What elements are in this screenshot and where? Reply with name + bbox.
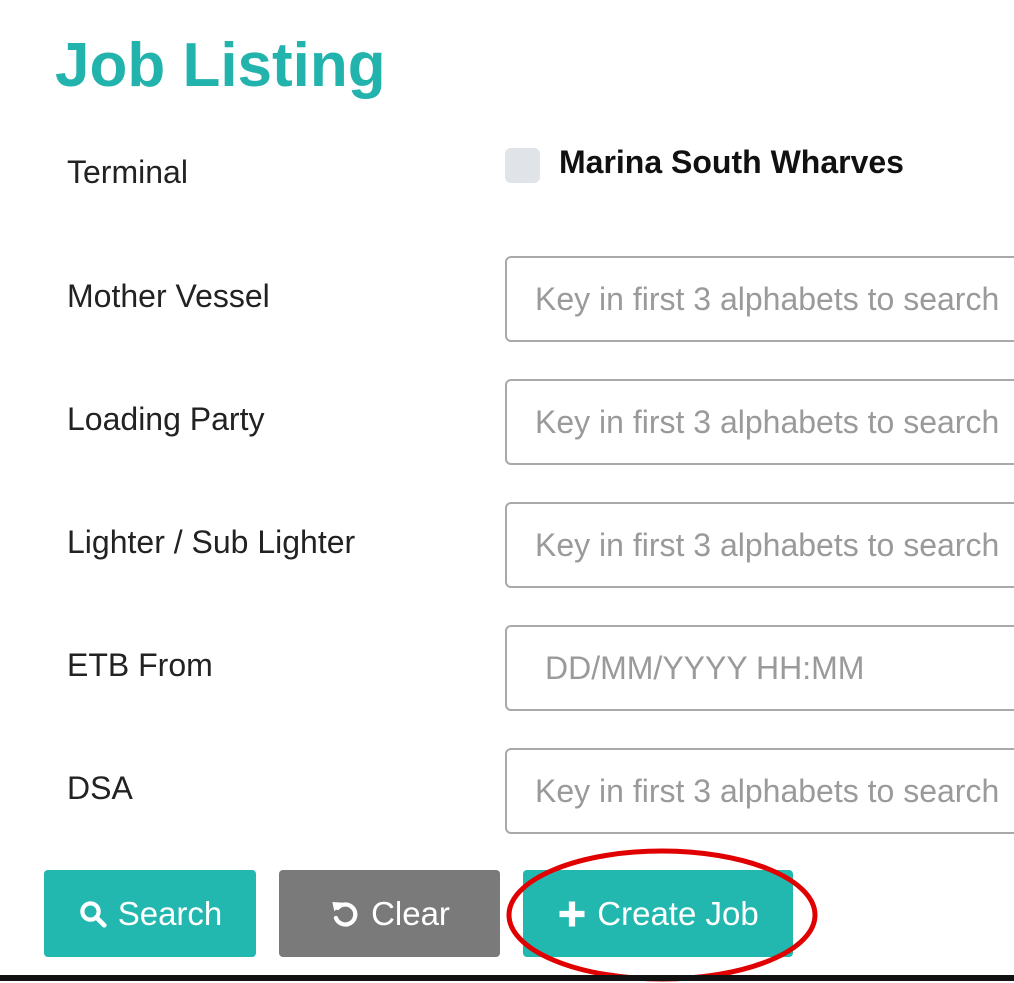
create-job-button[interactable]: Create Job bbox=[523, 870, 793, 957]
mother-vessel-label: Mother Vessel bbox=[67, 278, 270, 314]
page-title: Job Listing bbox=[55, 31, 386, 100]
search-button[interactable]: Search bbox=[44, 870, 256, 957]
etb-from-label: ETB From bbox=[67, 647, 213, 683]
loading-party-input[interactable] bbox=[505, 379, 1014, 465]
undo-icon bbox=[332, 901, 358, 927]
bottom-divider bbox=[0, 975, 1014, 981]
lighter-label: Lighter / Sub Lighter bbox=[67, 524, 356, 560]
search-icon bbox=[79, 900, 107, 928]
create-job-button-label: Create Job bbox=[597, 894, 759, 932]
lighter-input[interactable] bbox=[505, 502, 1014, 588]
terminal-option-label[interactable]: Marina South Wharves bbox=[559, 144, 904, 181]
terminal-label: Terminal bbox=[67, 154, 188, 190]
clear-button[interactable]: Clear bbox=[279, 870, 500, 957]
dsa-label: DSA bbox=[67, 770, 133, 806]
dsa-input[interactable] bbox=[505, 748, 1014, 834]
plus-icon bbox=[559, 901, 585, 926]
mother-vessel-input[interactable] bbox=[505, 256, 1014, 342]
etb-from-input[interactable] bbox=[505, 625, 1014, 711]
terminal-checkbox[interactable] bbox=[505, 148, 540, 183]
clear-button-label: Clear bbox=[371, 894, 450, 932]
loading-party-label: Loading Party bbox=[67, 401, 265, 437]
search-button-label: Search bbox=[117, 894, 223, 932]
